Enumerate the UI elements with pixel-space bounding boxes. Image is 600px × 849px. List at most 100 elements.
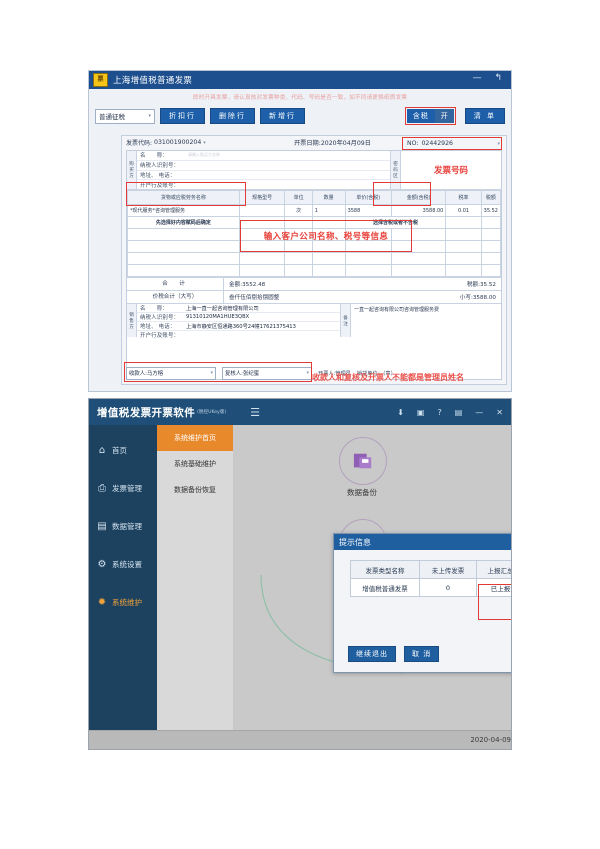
cell-rate[interactable]: 0.01 xyxy=(445,204,482,217)
sidebar: ⌂ 首页 ⎙ 发票管理 ▤ 数据管理 ⚙ 系统设置 ✹ 系统维护 xyxy=(89,425,157,749)
tax-inclusive-toggle-group[interactable]: 含税 开 xyxy=(404,107,456,125)
discount-row-button[interactable]: 折扣行 xyxy=(160,108,205,124)
submenu-item-backup-restore[interactable]: 数据备份恢复 xyxy=(157,477,233,503)
cell-unit[interactable]: 次 xyxy=(284,204,313,217)
submenu-item-maintenance-home[interactable]: 系统维护首页 xyxy=(157,425,233,451)
download-icon[interactable]: ⬇ xyxy=(397,408,404,417)
minimize-icon[interactable]: — xyxy=(475,408,483,417)
table-row[interactable] xyxy=(127,228,502,241)
blank-cell[interactable] xyxy=(284,252,313,265)
blank-cell[interactable] xyxy=(480,252,502,265)
blank-cell[interactable] xyxy=(445,264,482,277)
seller-name-row[interactable]: 名 称： 上海一直一起咨询管理有限公司 xyxy=(137,304,340,313)
cell-amount[interactable]: 3588.00 xyxy=(390,204,447,217)
close-icon[interactable]: ✕ xyxy=(496,408,503,417)
tax-inclusive-label[interactable]: 含税 xyxy=(406,109,435,123)
buyer-taxid-input[interactable] xyxy=(186,161,390,169)
blank-cell[interactable] xyxy=(344,228,392,241)
backup-shortcut[interactable] xyxy=(339,437,387,485)
payee-select[interactable]: 收款人:马方榕 ▾ xyxy=(126,366,216,380)
cell-tax[interactable]: 35.52 xyxy=(480,204,502,217)
chevron-down-icon[interactable]: ▾ xyxy=(497,141,500,147)
blank-cell[interactable] xyxy=(480,264,502,277)
blank-cell[interactable] xyxy=(311,252,346,265)
blank-cell[interactable] xyxy=(127,252,240,265)
chevron-down-icon[interactable]: ▾ xyxy=(306,370,309,376)
cancel-button[interactable]: 取 消 xyxy=(404,646,440,662)
menu-icon[interactable]: ☰ xyxy=(250,406,260,419)
chevron-down-icon[interactable]: ▾ xyxy=(203,140,206,146)
table-row[interactable] xyxy=(127,252,502,265)
sidebar-item-settings[interactable]: ⚙ 系统设置 xyxy=(89,545,157,583)
sidebar-item-invoice[interactable]: ⎙ 发票管理 xyxy=(89,469,157,507)
blank-cell[interactable] xyxy=(127,264,240,277)
cell-spec[interactable] xyxy=(238,204,286,217)
blank-cell[interactable] xyxy=(238,252,286,265)
note-icon[interactable]: ▣ xyxy=(417,408,425,417)
invoice-number-field[interactable]: NO: 02442926 ▾ xyxy=(402,137,502,150)
blank-cell[interactable] xyxy=(238,240,286,253)
sidebar-item-maintenance[interactable]: ✹ 系统维护 xyxy=(89,583,157,621)
cell-qty[interactable]: 1 xyxy=(311,204,346,217)
blank-cell[interactable] xyxy=(445,240,482,253)
seller-bank-row[interactable]: 开户行及账号： xyxy=(137,331,340,339)
buyer-address-row[interactable]: 地址、 电话： xyxy=(137,171,390,181)
sidebar-item-data[interactable]: ▤ 数据管理 xyxy=(89,507,157,545)
blank-cell[interactable] xyxy=(344,252,392,265)
help-icon[interactable]: ? xyxy=(437,408,441,417)
blank-cell[interactable] xyxy=(284,264,313,277)
add-row-button[interactable]: 新增行 xyxy=(260,108,305,124)
buyer-bank-input[interactable] xyxy=(186,181,390,189)
blank-cell[interactable] xyxy=(344,264,392,277)
table-row[interactable] xyxy=(127,264,502,277)
sidebar-item-label: 发票管理 xyxy=(112,483,142,493)
blank-cell[interactable] xyxy=(238,264,286,277)
cell-goods-name[interactable]: *现代服务*咨询管理服务 xyxy=(127,204,240,217)
buyer-name-input[interactable]: 请输入购买方名称 xyxy=(186,151,390,159)
table-row[interactable]: *现代服务*咨询管理服务 次 1 3588 3588.00 0.01 35.52 xyxy=(127,204,502,217)
reviewer-select[interactable]: 复核人:张纪蜜 ▾ xyxy=(222,366,312,380)
blank-cell[interactable] xyxy=(390,240,447,253)
table-row[interactable] xyxy=(127,240,502,253)
invoice-window-controls[interactable]: — ↰ xyxy=(473,73,507,83)
blank-cell[interactable] xyxy=(480,228,502,241)
chevron-down-icon[interactable]: ▾ xyxy=(210,370,213,376)
blank-cell[interactable] xyxy=(311,264,346,277)
seller-address-label: 地址、 电话： xyxy=(140,324,176,330)
blank-cell[interactable] xyxy=(127,240,240,253)
sidebar-item-home[interactable]: ⌂ 首页 xyxy=(89,431,157,469)
blank-cell[interactable] xyxy=(390,264,447,277)
list-icon[interactable]: ▤ xyxy=(455,408,463,417)
remark-text[interactable]: 一直一起咨询有限公司咨询管理服务费 xyxy=(351,304,501,337)
seller-bank-value[interactable] xyxy=(186,331,340,339)
blank-cell[interactable] xyxy=(390,252,447,265)
software-statusbar: 2020-04-09 xyxy=(89,730,511,749)
cell-price[interactable]: 3588 xyxy=(344,204,392,217)
blank-cell[interactable] xyxy=(284,228,313,241)
submenu-item-basic-maintenance[interactable]: 系统基础维护 xyxy=(157,451,233,477)
blank-cell[interactable] xyxy=(445,228,482,241)
seller-address-row[interactable]: 地址、 电话： 上海市静安区恒通路360号24幢17621375413 xyxy=(137,322,340,331)
blank-cell[interactable] xyxy=(127,228,240,241)
col-not-uploaded: 未上传发票 xyxy=(419,560,477,579)
buyer-address-input[interactable] xyxy=(186,171,390,179)
tax-type-select[interactable]: 普通征税 ▾ xyxy=(95,108,155,124)
delete-row-button[interactable]: 删除行 xyxy=(210,108,255,124)
seller-taxid-row[interactable]: 纳税人识别号： 91310120MA1HUE3QBX xyxy=(137,313,340,322)
continue-exit-button[interactable]: 继续退出 xyxy=(348,646,396,662)
dialog-titlebar: 提示信息 — ✕ xyxy=(334,534,511,550)
invoice-code-field[interactable]: 发票代码: 031001900204 ▾ xyxy=(126,138,206,147)
buyer-bank-row[interactable]: 开户行及账号： xyxy=(137,180,390,189)
blank-cell[interactable] xyxy=(480,240,502,253)
blank-cell[interactable] xyxy=(311,240,346,253)
buyer-name-row[interactable]: 名 称： 请输入购买方名称 xyxy=(137,151,390,161)
blank-cell[interactable] xyxy=(238,228,286,241)
blank-cell[interactable] xyxy=(390,228,447,241)
tax-inclusive-state[interactable]: 开 xyxy=(434,109,454,123)
blank-cell[interactable] xyxy=(311,228,346,241)
buyer-taxid-row[interactable]: 纳税人识别号： xyxy=(137,161,390,171)
blank-cell[interactable] xyxy=(284,240,313,253)
blank-cell[interactable] xyxy=(445,252,482,265)
blank-cell[interactable] xyxy=(344,240,392,253)
list-button[interactable]: 清 单 xyxy=(464,108,505,124)
